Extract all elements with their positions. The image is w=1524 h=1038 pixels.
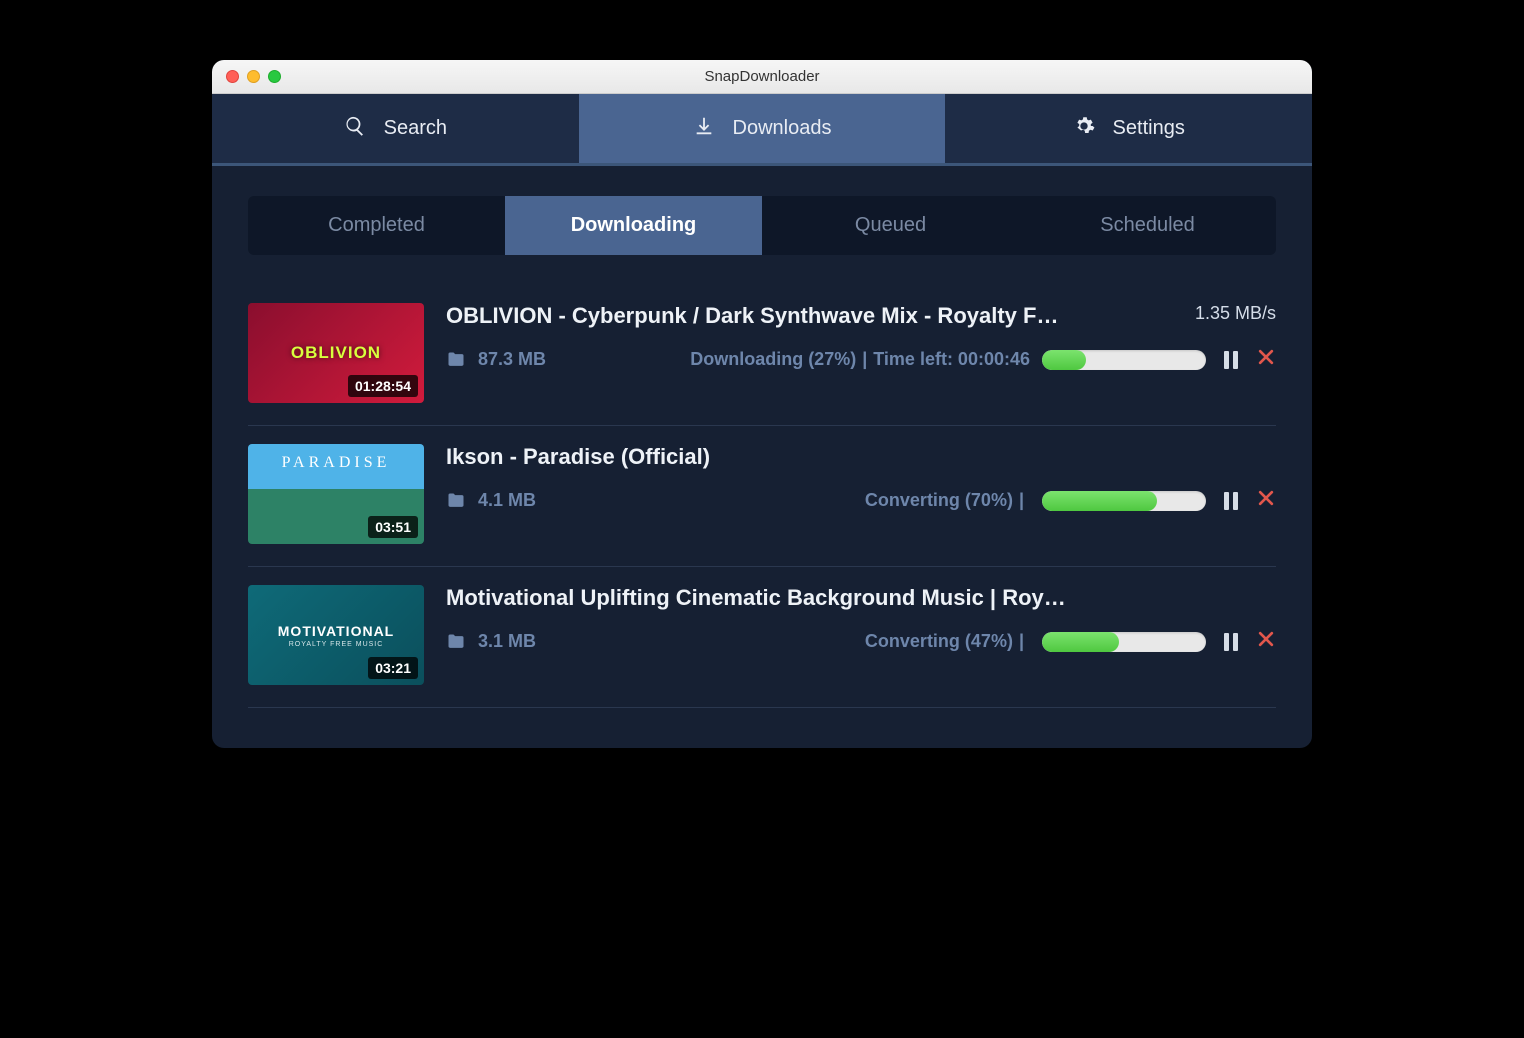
- file-size: 4.1 MB: [478, 490, 568, 511]
- app-window: SnapDownloader Search Downloads Settings…: [212, 60, 1312, 748]
- tab-settings[interactable]: Settings: [945, 94, 1312, 163]
- item-body: Motivational Uplifting Cinematic Backgro…: [446, 585, 1276, 685]
- status-text: Converting (70%)|: [580, 490, 1030, 511]
- tab-label: Settings: [1113, 117, 1185, 140]
- gear-icon: [1073, 115, 1095, 143]
- item-title: Motivational Uplifting Cinematic Backgro…: [446, 585, 1276, 611]
- cancel-button[interactable]: [1256, 347, 1276, 372]
- tab-label: Downloads: [733, 117, 832, 140]
- status-text: Downloading (27%)|Time left: 00:00:46: [580, 349, 1030, 370]
- progress-fill: [1042, 491, 1157, 511]
- folder-icon[interactable]: [446, 491, 466, 511]
- item-body: OBLIVION - Cyberpunk / Dark Synthwave Mi…: [446, 303, 1276, 403]
- progress-bar: [1042, 491, 1206, 511]
- download-item: 01:28:54 OBLIVION - Cyberpunk / Dark Syn…: [248, 285, 1276, 426]
- main-tabs: Search Downloads Settings: [212, 94, 1312, 166]
- duration-badge: 03:51: [368, 516, 418, 538]
- progress-bar: [1042, 350, 1206, 370]
- progress-fill: [1042, 632, 1119, 652]
- tab-label: Search: [384, 117, 447, 140]
- tab-downloads[interactable]: Downloads: [579, 94, 946, 163]
- window-title: SnapDownloader: [212, 68, 1312, 85]
- content-area: Completed Downloading Queued Scheduled 0…: [212, 166, 1312, 748]
- duration-badge: 03:21: [368, 657, 418, 679]
- progress-bar: [1042, 632, 1206, 652]
- sub-tab-queued[interactable]: Queued: [762, 196, 1019, 255]
- thumbnail[interactable]: 01:28:54: [248, 303, 424, 403]
- download-item: 03:51 Ikson - Paradise (Official) 4.1 MB…: [248, 426, 1276, 567]
- sub-tab-downloading[interactable]: Downloading: [505, 196, 762, 255]
- tab-search[interactable]: Search: [212, 94, 579, 163]
- progress-fill: [1042, 350, 1086, 370]
- download-icon: [693, 115, 715, 143]
- folder-icon[interactable]: [446, 632, 466, 652]
- download-item: 03:21 Motivational Uplifting Cinematic B…: [248, 567, 1276, 708]
- download-list: 01:28:54 OBLIVION - Cyberpunk / Dark Syn…: [248, 285, 1276, 708]
- item-body: Ikson - Paradise (Official) 4.1 MB Conve…: [446, 444, 1276, 544]
- download-speed: 1.35 MB/s: [1195, 303, 1276, 324]
- search-icon: [344, 115, 366, 143]
- pause-button[interactable]: [1224, 351, 1240, 369]
- sub-tab-completed[interactable]: Completed: [248, 196, 505, 255]
- duration-badge: 01:28:54: [348, 375, 418, 397]
- folder-icon[interactable]: [446, 350, 466, 370]
- item-title: OBLIVION - Cyberpunk / Dark Synthwave Mi…: [446, 303, 1175, 329]
- thumbnail[interactable]: 03:51: [248, 444, 424, 544]
- sub-tab-scheduled[interactable]: Scheduled: [1019, 196, 1276, 255]
- close-window-button[interactable]: [226, 70, 239, 83]
- sub-tabs: Completed Downloading Queued Scheduled: [248, 196, 1276, 255]
- window-controls: [226, 70, 281, 83]
- minimize-window-button[interactable]: [247, 70, 260, 83]
- titlebar: SnapDownloader: [212, 60, 1312, 94]
- status-text: Converting (47%)|: [580, 631, 1030, 652]
- pause-button[interactable]: [1224, 492, 1240, 510]
- file-size: 3.1 MB: [478, 631, 568, 652]
- cancel-button[interactable]: [1256, 629, 1276, 654]
- file-size: 87.3 MB: [478, 349, 568, 370]
- item-title: Ikson - Paradise (Official): [446, 444, 1276, 470]
- zoom-window-button[interactable]: [268, 70, 281, 83]
- pause-button[interactable]: [1224, 633, 1240, 651]
- cancel-button[interactable]: [1256, 488, 1276, 513]
- thumbnail[interactable]: 03:21: [248, 585, 424, 685]
